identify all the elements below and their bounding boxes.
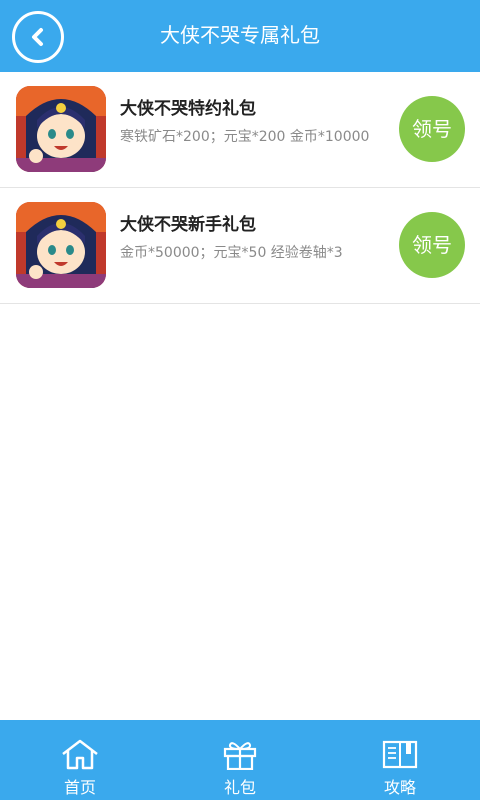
- tab-gift[interactable]: 礼包: [160, 720, 320, 800]
- gift-list: 大侠不哭特约礼包 寒铁矿石*200；元宝*200 金币*10000 领号 大侠不…: [0, 72, 480, 304]
- page-title: 大侠不哭专属礼包: [160, 23, 320, 47]
- tab-label: 礼包: [223, 778, 256, 797]
- tab-guide[interactable]: 攻略: [320, 720, 480, 800]
- bottom-tab-bar: 首页 礼包 攻略: [0, 720, 480, 800]
- tab-label: 首页: [63, 778, 96, 797]
- header-bar: 大侠不哭专属礼包: [0, 0, 480, 72]
- tab-home[interactable]: 首页: [0, 720, 160, 800]
- gift-description: 寒铁矿石*200；元宝*200 金币*10000: [120, 129, 370, 145]
- claim-button[interactable]: 领号: [399, 212, 465, 278]
- home-icon: [62, 739, 98, 770]
- gift-title: 大侠不哭新手礼包: [120, 215, 256, 235]
- gift-title: 大侠不哭特约礼包: [120, 99, 256, 119]
- gift-list-item[interactable]: 大侠不哭特约礼包 寒铁矿石*200；元宝*200 金币*10000 领号: [0, 72, 480, 188]
- book-icon: [382, 740, 418, 769]
- game-avatar-icon: [16, 86, 106, 172]
- claim-button[interactable]: 领号: [399, 96, 465, 162]
- gift-list-item[interactable]: 大侠不哭新手礼包 金币*50000；元宝*50 经验卷轴*3 领号: [0, 188, 480, 304]
- tab-label: 攻略: [383, 778, 416, 797]
- gift-description: 金币*50000；元宝*50 经验卷轴*3: [120, 245, 343, 261]
- gift-icon: [223, 742, 257, 770]
- game-avatar-icon: [16, 202, 106, 288]
